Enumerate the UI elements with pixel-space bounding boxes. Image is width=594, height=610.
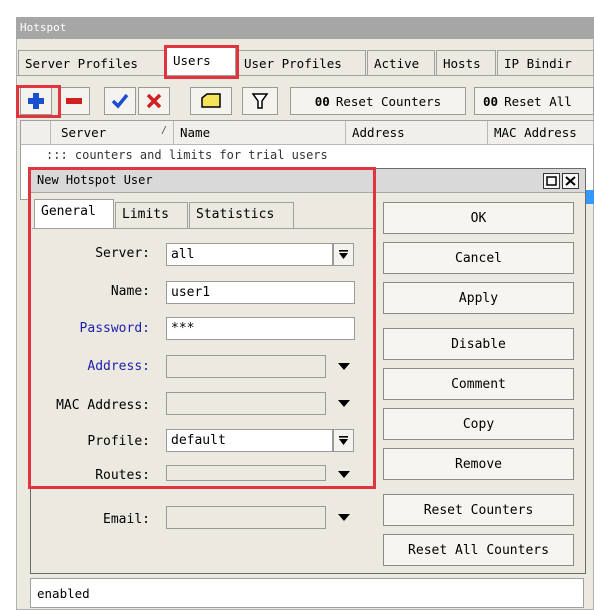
maximize-button[interactable]	[543, 173, 560, 189]
combo-arrow-icon	[339, 250, 348, 259]
email-dropdown[interactable]	[333, 506, 354, 529]
combo-arrow-icon	[339, 436, 348, 445]
dialog-tab-general[interactable]: General	[34, 199, 114, 229]
server-dropdown-button[interactable]	[333, 243, 354, 266]
password-label[interactable]: Password:	[30, 321, 150, 336]
cancel-button[interactable]: Cancel	[383, 242, 574, 274]
copy-button[interactable]: Copy	[383, 408, 574, 440]
address-label[interactable]: Address:	[30, 359, 150, 374]
reset-all-label: Reset All	[504, 93, 572, 109]
mac-address-label: MAC Address:	[56, 398, 150, 413]
profile-dropdown-button[interactable]	[333, 429, 354, 452]
remove-user-button[interactable]: Remove	[383, 448, 574, 480]
disable-button[interactable]	[138, 87, 170, 115]
server-field[interactable]: all	[166, 243, 333, 266]
address-dropdown[interactable]	[333, 355, 354, 378]
column-server-label: Server	[61, 125, 107, 140]
tab-server-profiles[interactable]: Server Profiles	[18, 50, 165, 76]
filter-icon	[251, 93, 269, 109]
profile-field[interactable]: default	[166, 429, 333, 452]
minus-icon	[66, 98, 82, 104]
email-label: Email:	[103, 512, 150, 527]
dropdown-arrow-icon	[337, 513, 350, 521]
server-label: Server:	[95, 246, 150, 261]
close-icon	[565, 176, 576, 186]
x-icon	[146, 93, 162, 109]
maximize-icon	[546, 176, 557, 186]
routes-dropdown[interactable]	[333, 463, 354, 486]
column-address[interactable]: Address	[346, 121, 488, 145]
dialog-tab-statistics[interactable]: Statistics	[189, 202, 294, 229]
name-label: Name:	[110, 284, 150, 299]
counter-icon: 00	[483, 93, 499, 109]
status-bar: enabled	[30, 578, 584, 608]
enable-button[interactable]	[104, 87, 136, 115]
password-field[interactable]: ***	[166, 317, 355, 340]
mac-address-dropdown[interactable]	[333, 392, 354, 415]
window-title: Hotspot	[16, 17, 594, 39]
profile-label: Profile:	[87, 434, 150, 449]
column-server[interactable]: Server /	[51, 121, 174, 145]
routes-label: Routes:	[95, 468, 150, 483]
list-comment-row[interactable]: ;;; counters and limits for trial users	[22, 145, 582, 159]
reset-counters-label: Reset Counters	[335, 93, 442, 109]
note-icon	[201, 93, 221, 108]
dropdown-arrow-icon	[337, 470, 350, 478]
plus-icon	[28, 93, 44, 109]
routes-field[interactable]	[166, 465, 326, 481]
dropdown-arrow-icon	[337, 399, 350, 407]
reset-all-counters-button[interactable]: 00 Reset All	[474, 87, 594, 115]
filter-button[interactable]	[242, 87, 278, 115]
column-mac-address[interactable]: MAC Address	[488, 121, 594, 145]
apply-button[interactable]: Apply	[383, 282, 574, 314]
tab-active[interactable]: Active	[367, 50, 435, 76]
disable-user-button[interactable]: Disable	[383, 328, 574, 360]
tab-user-profiles[interactable]: User Profiles	[237, 50, 366, 76]
counter-icon: 00	[314, 93, 330, 109]
add-button[interactable]	[20, 87, 52, 115]
comment-button[interactable]	[190, 87, 232, 115]
column-handle	[21, 121, 51, 145]
tab-ip-bindings[interactable]: IP Bindir	[497, 50, 594, 76]
close-button[interactable]	[562, 173, 579, 189]
ok-button[interactable]: OK	[383, 202, 574, 234]
comment-user-button[interactable]: Comment	[383, 368, 574, 400]
reset-all-user-counters-button[interactable]: Reset All Counters	[383, 534, 574, 566]
dropdown-arrow-icon	[337, 362, 350, 370]
tab-users[interactable]: Users	[166, 47, 236, 76]
mac-address-field[interactable]	[166, 392, 326, 415]
check-icon	[111, 93, 129, 109]
tab-hosts[interactable]: Hosts	[436, 50, 496, 76]
column-name[interactable]: Name	[174, 121, 346, 145]
dialog-tabs-divider	[32, 228, 374, 229]
tabs-divider	[16, 75, 594, 76]
reset-user-counters-button[interactable]: Reset Counters	[383, 494, 574, 526]
sort-indicator-icon: /	[160, 125, 167, 136]
reset-counters-button[interactable]: 00 Reset Counters	[290, 87, 466, 115]
remove-button[interactable]	[58, 87, 90, 115]
email-field[interactable]	[166, 506, 326, 529]
address-field[interactable]	[166, 355, 326, 378]
name-field[interactable]: user1	[166, 281, 355, 304]
dialog-title: New Hotspot User	[31, 169, 585, 193]
dialog-tab-limits[interactable]: Limits	[115, 202, 188, 229]
